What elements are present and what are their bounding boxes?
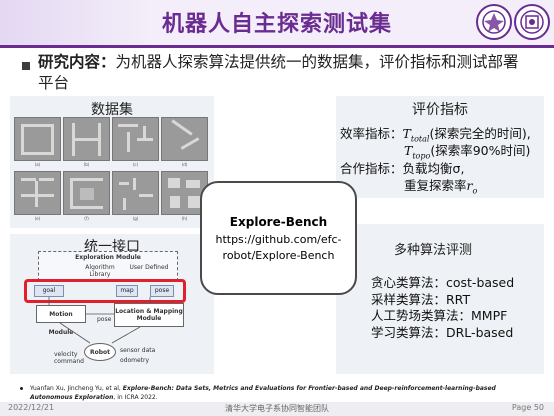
slide: 机器人自主探索测试集 研究内容：为机器人探索算法提供统一的数据集，评价指标和测试… [0, 0, 554, 416]
reference: Yuanfan Xu, Jincheng Yu, et al, Explore-… [30, 384, 530, 402]
footer-team: 清华大学电子系协同智能团队 [225, 404, 329, 413]
callout-url-line1: https://github.com/efc- [215, 233, 342, 246]
reference-venue: , in ICRA 2022. [113, 394, 158, 401]
callout-title: Explore-Bench [229, 215, 328, 229]
reference-authors: Yuanfan Xu, Jincheng Yu, et al, [30, 385, 123, 392]
explore-bench-callout: Explore-Bench https://github.com/efc- ro… [200, 181, 357, 295]
callout-url[interactable]: https://github.com/efc- robot/Explore-Be… [202, 232, 355, 264]
callout-url-line2: robot/Explore-Bench [222, 249, 335, 262]
algorithms-title: 多种算法评测 [394, 243, 473, 258]
footer-page-number: Page 50 [511, 403, 544, 412]
algorithm-item: 学习类算法：DRL-based [371, 325, 514, 340]
reference-bullet [20, 387, 23, 390]
